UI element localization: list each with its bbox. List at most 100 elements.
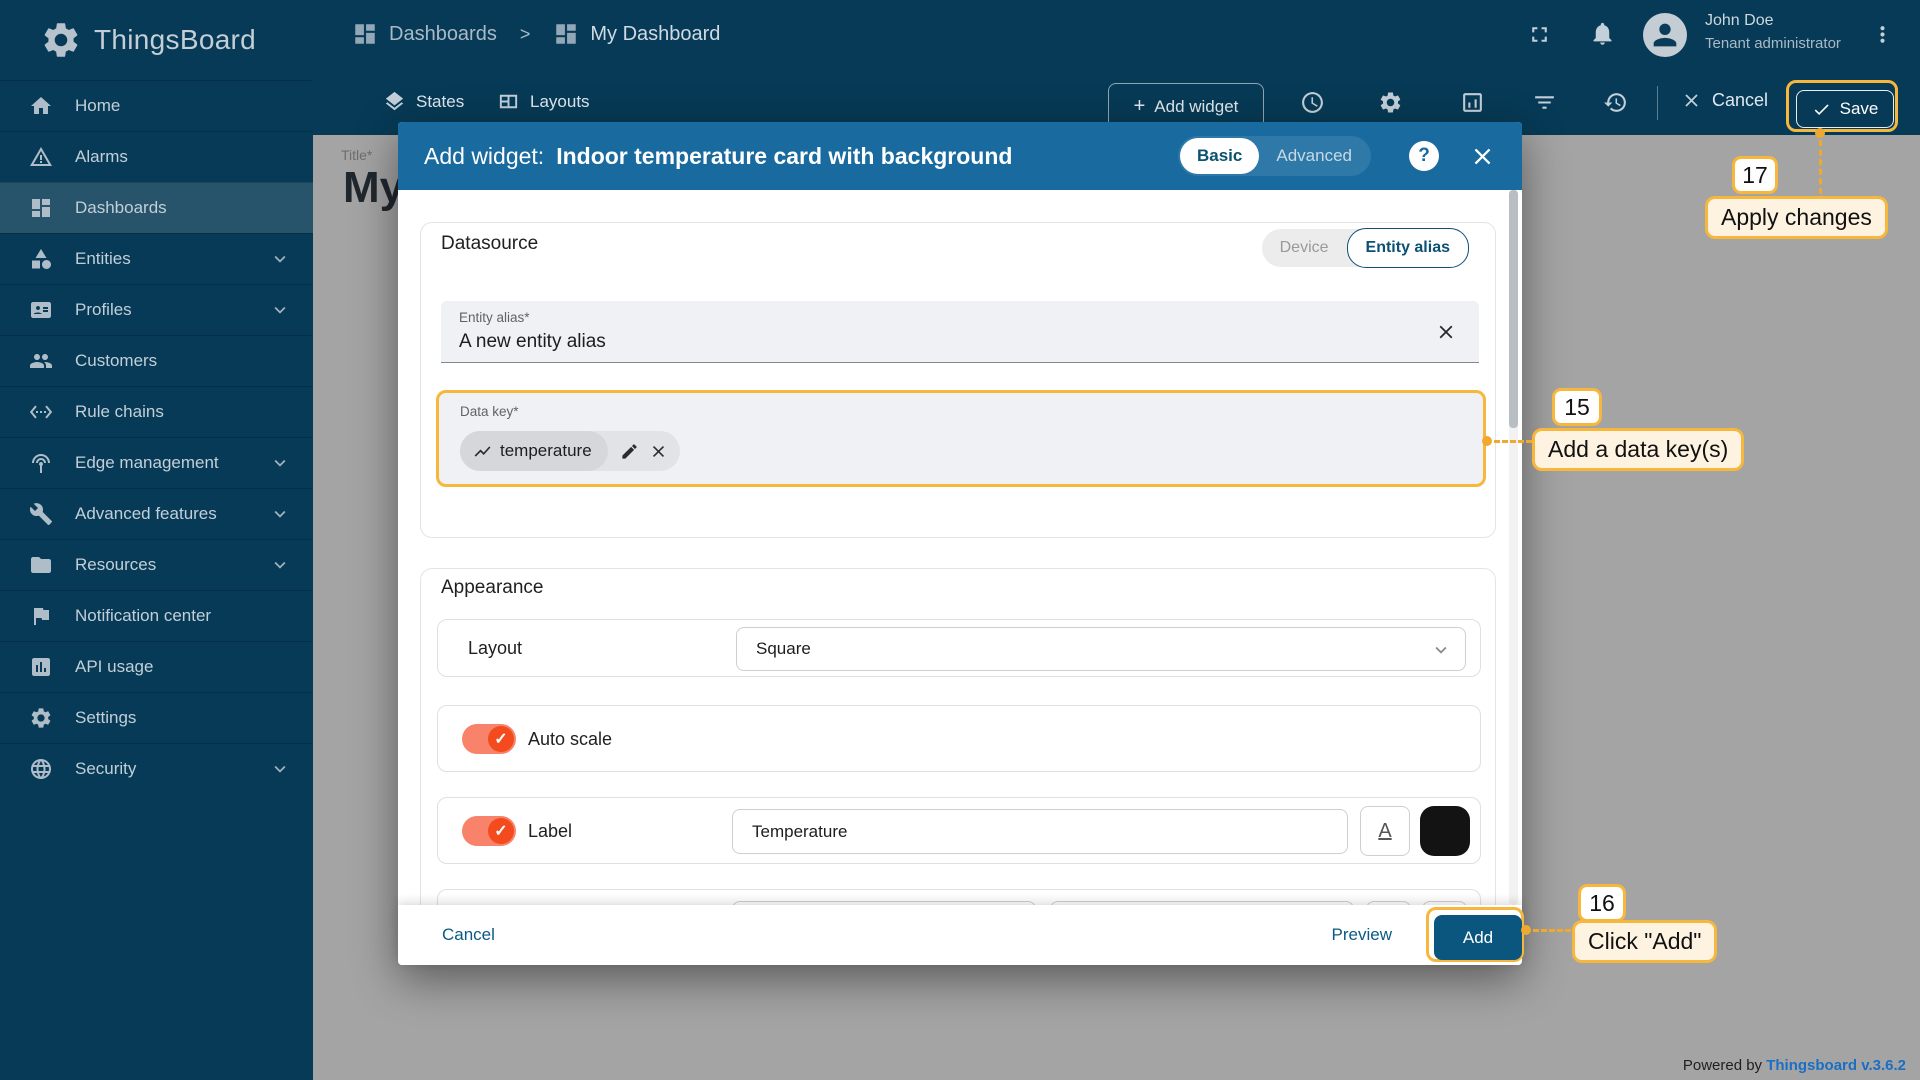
sidebar-item-label: Settings — [75, 708, 137, 727]
data-key-chip-label: temperature — [500, 441, 592, 460]
auto-scale-toggle[interactable] — [462, 724, 516, 754]
sidebar-nav: Home Alarms Dashboards Entities Profiles — [0, 80, 313, 794]
modal-scrollbar[interactable] — [1509, 190, 1518, 905]
sidebar-item-security[interactable]: Security — [0, 743, 313, 794]
sidebar-item-customers[interactable]: Customers — [0, 335, 313, 386]
breadcrumb: Dashboards > My Dashboard — [352, 21, 720, 47]
datasource-type-device[interactable]: Device — [1262, 229, 1347, 267]
dashboards-icon — [556, 24, 577, 44]
entity-aliases-icon[interactable] — [1460, 90, 1485, 115]
add-widget-dialog: Add widget: Indoor temperature card with… — [398, 122, 1524, 965]
sidebar-item-label: Profiles — [75, 300, 132, 319]
alarms-icon — [30, 147, 52, 166]
cancel-edit-button[interactable]: Cancel — [1681, 90, 1768, 111]
font-icon: A — [1378, 819, 1392, 842]
label-font-settings-button[interactable]: A — [1360, 806, 1410, 856]
modal-scrollbar-thumb[interactable] — [1509, 190, 1518, 428]
remove-data-key-icon[interactable] — [649, 442, 668, 461]
appearance-section: Appearance Layout Square Auto scale Labe… — [420, 568, 1496, 905]
tab-basic[interactable]: Basic — [1180, 138, 1260, 174]
save-button[interactable]: Save — [1796, 90, 1894, 128]
sidebar-item-label: Security — [75, 759, 137, 778]
sidebar-item-profiles[interactable]: Profiles — [0, 284, 313, 335]
add-button-highlight: Add — [1426, 907, 1524, 962]
label-text-input[interactable]: Temperature — [732, 809, 1348, 854]
version-link[interactable]: Thingsboard v.3.6.2 — [1766, 1057, 1906, 1074]
powered-by-text: Powered by — [1682, 1057, 1763, 1074]
dialog-preview-button[interactable]: Preview — [1332, 925, 1392, 945]
sidebar-item-label: Entities — [75, 249, 131, 268]
toolbar-divider — [1657, 86, 1658, 120]
dialog-cancel-button[interactable]: Cancel — [442, 925, 495, 945]
states-button[interactable]: States — [383, 90, 464, 113]
sidebar-item-resources[interactable]: Resources — [0, 539, 313, 590]
user-role: Tenant administrator — [1705, 35, 1841, 52]
home-icon — [31, 97, 51, 114]
data-key-chip[interactable]: temperature — [460, 431, 680, 471]
fullscreen-icon[interactable] — [1527, 22, 1552, 47]
datasource-type-entity-alias[interactable]: Entity alias — [1346, 228, 1469, 268]
chevron-down-icon — [274, 459, 286, 467]
sidebar-item-notification-center[interactable]: Notification center — [0, 590, 313, 641]
sidebar-item-entities[interactable]: Entities — [0, 233, 313, 284]
basic-advanced-toggle: Basic Advanced — [1178, 136, 1371, 176]
api-usage-icon — [32, 658, 50, 676]
tab-advanced[interactable]: Advanced — [1259, 138, 1369, 174]
step16-label: Click "Add" — [1572, 920, 1718, 963]
close-dialog-icon[interactable] — [1469, 143, 1496, 170]
dashboard-settings-gear-icon[interactable] — [1378, 90, 1403, 115]
resources-icon — [31, 557, 51, 573]
dialog-add-button[interactable]: Add — [1434, 915, 1522, 960]
sidebar-item-edge-management[interactable]: Edge management — [0, 437, 313, 488]
breadcrumb-dashboards[interactable]: Dashboards — [389, 23, 497, 46]
sidebar-item-label: Notification center — [75, 606, 212, 625]
thingsboard-logo[interactable]: ThingsBoard — [0, 0, 313, 80]
dialog-body: Datasource Device Entity alias Entity al… — [398, 190, 1522, 905]
sidebar-item-label: Rule chains — [75, 402, 164, 421]
sidebar-item-rule-chains[interactable]: Rule chains — [0, 386, 313, 437]
version-history-icon[interactable] — [1603, 90, 1628, 115]
step16-anchor-dot — [1521, 925, 1531, 935]
label-toggle[interactable] — [462, 816, 516, 846]
step16-connector — [1533, 929, 1571, 932]
sidebar-item-dashboards[interactable]: Dashboards — [0, 182, 313, 233]
filter-icon[interactable] — [1532, 90, 1557, 115]
plus-icon: + — [1133, 95, 1146, 117]
help-button[interactable]: ? — [1409, 141, 1439, 171]
clear-entity-alias-icon[interactable] — [1435, 321, 1457, 343]
sidebar-item-label: API usage — [75, 657, 154, 676]
label-color-swatch[interactable] — [1420, 806, 1470, 856]
user-name: John Doe — [1705, 12, 1774, 29]
chevron-down-icon — [274, 510, 286, 518]
sidebar-item-settings[interactable]: Settings — [0, 692, 313, 743]
sidebar-item-advanced-features[interactable]: Advanced features — [0, 488, 313, 539]
sidebar-item-alarms[interactable]: Alarms — [0, 131, 313, 182]
datasource-type-toggle: Device Entity alias — [1261, 228, 1469, 268]
dashboards-icon — [32, 199, 50, 217]
layout-row: Layout Square — [437, 619, 1481, 677]
sidebar-item-label: Home — [75, 96, 121, 115]
dashboards-icon — [355, 24, 375, 44]
breadcrumb-my-dashboard[interactable]: My Dashboard — [590, 23, 720, 46]
user-info[interactable]: John Doe Tenant administrator — [1705, 12, 1841, 52]
data-key-field[interactable]: Data key* temperature — [436, 390, 1486, 487]
chevron-down-icon — [274, 306, 286, 314]
layout-select[interactable]: Square — [736, 627, 1466, 671]
time-window-icon[interactable] — [1300, 90, 1325, 115]
edit-pencil-icon[interactable] — [620, 442, 639, 461]
kebab-menu-icon[interactable] — [1870, 22, 1895, 47]
datasource-section: Datasource Device Entity alias Entity al… — [420, 222, 1496, 538]
sidebar-item-api-usage[interactable]: API usage — [0, 641, 313, 692]
sidebar: ThingsBoard Home Alarms Dashboards Entit… — [0, 0, 313, 1080]
entity-alias-field[interactable]: Entity alias* A new entity alias — [441, 301, 1479, 363]
rule-chains-icon — [29, 405, 53, 419]
sidebar-item-home[interactable]: Home — [0, 80, 313, 131]
avatar[interactable] — [1643, 13, 1687, 57]
layouts-button[interactable]: Layouts — [497, 90, 590, 113]
notifications-bell-icon[interactable] — [1589, 20, 1616, 47]
entity-alias-field-value: A new entity alias — [459, 331, 606, 352]
entities-icon — [32, 249, 51, 269]
thingsboard-logo-icon — [44, 23, 78, 57]
timeseries-icon — [474, 445, 491, 457]
step15-label: Add a data key(s) — [1532, 428, 1745, 471]
